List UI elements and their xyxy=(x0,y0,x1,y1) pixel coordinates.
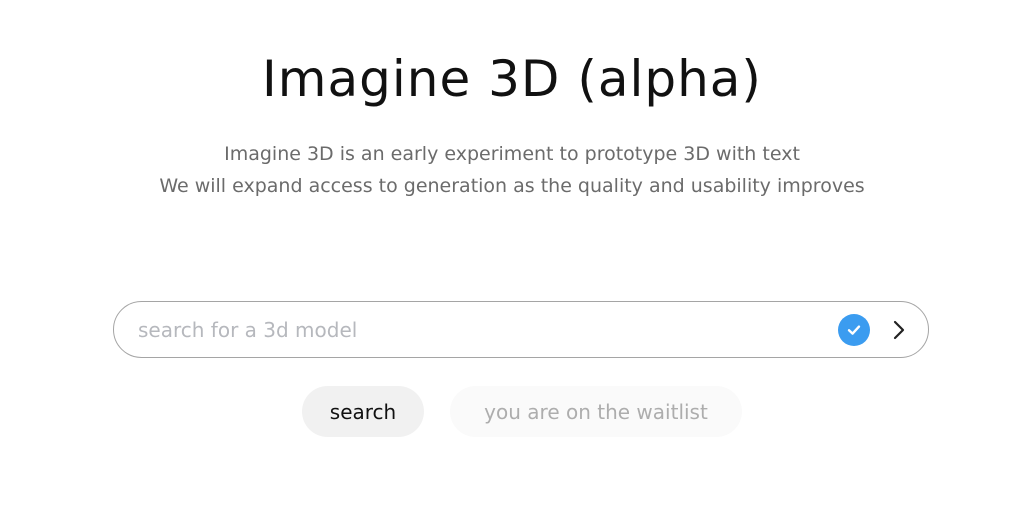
page-subtitle-line2: We will expand access to generation as t… xyxy=(159,175,865,197)
search-input[interactable] xyxy=(138,302,818,357)
page-title: Imagine 3D (alpha) xyxy=(262,50,762,108)
search-bar xyxy=(113,301,929,358)
check-circle-icon xyxy=(838,314,870,346)
page-subtitle-line1: Imagine 3D is an early experiment to pro… xyxy=(224,143,800,165)
search-button[interactable]: search xyxy=(302,386,424,437)
waitlist-status-button: you are on the waitlist xyxy=(450,386,742,437)
chevron-right-icon[interactable] xyxy=(884,315,914,345)
